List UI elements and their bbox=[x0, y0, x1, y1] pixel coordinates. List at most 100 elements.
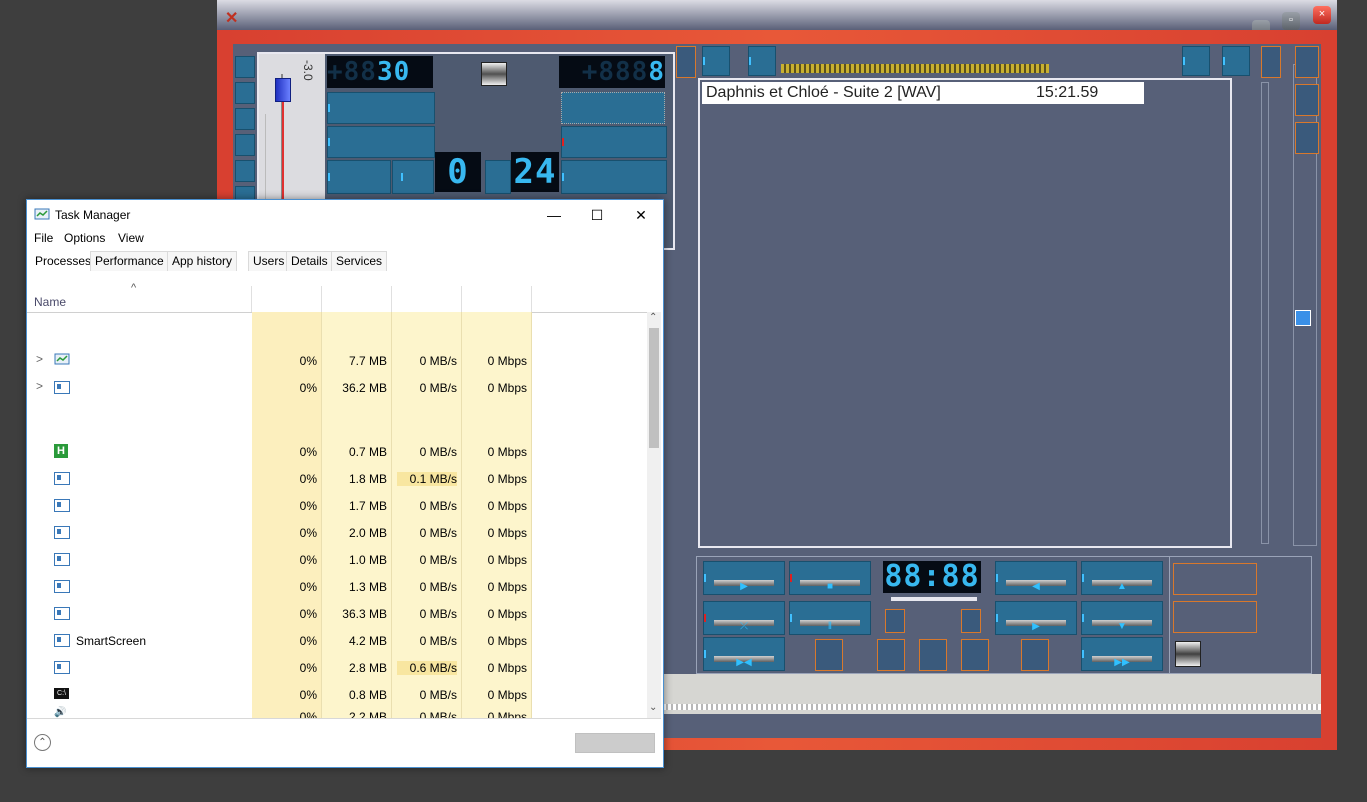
cpu-cell: 0% bbox=[299, 381, 317, 395]
forward-button[interactable]: ▶▶ bbox=[1081, 637, 1163, 671]
strip-button[interactable] bbox=[676, 46, 696, 78]
tab-performance[interactable]: Performance bbox=[90, 251, 169, 271]
mixer-field[interactable] bbox=[561, 126, 667, 158]
side-toggle-button[interactable] bbox=[1295, 84, 1319, 116]
status-meter bbox=[663, 704, 1321, 710]
mixer-field[interactable] bbox=[327, 160, 391, 194]
down-button[interactable]: ▼ bbox=[1081, 601, 1163, 635]
strip-button[interactable] bbox=[1261, 46, 1281, 78]
process-row[interactable]: 0% 1.0 MB 0 MB/s 0 Mbps bbox=[27, 548, 648, 575]
menu-options[interactable]: Options bbox=[64, 231, 105, 245]
next-button[interactable]: ▶ bbox=[995, 601, 1077, 635]
scroll-down-icon[interactable]: ⌄ bbox=[649, 702, 657, 713]
small-toggle-button[interactable] bbox=[1021, 639, 1049, 671]
up-button[interactable]: ▲ bbox=[1081, 561, 1163, 595]
play-button[interactable]: ▶ bbox=[703, 561, 785, 595]
tab-details[interactable]: Details bbox=[286, 251, 333, 271]
expand-chevron-icon[interactable]: > bbox=[36, 352, 43, 366]
playlist-scroll-rail[interactable] bbox=[1261, 82, 1269, 544]
previous-button[interactable]: ◀ bbox=[995, 561, 1077, 595]
close-button[interactable]: ✕ bbox=[619, 202, 663, 228]
process-row[interactable]: 0% 2.8 MB 0.6 MB/s 0 Mbps bbox=[27, 656, 648, 683]
process-row[interactable]: 0% 36.3 MB 0 MB/s 0 Mbps bbox=[27, 602, 648, 629]
strip-button[interactable] bbox=[1222, 46, 1250, 76]
mixer-field[interactable] bbox=[485, 160, 511, 194]
tab-app-history[interactable]: App history bbox=[167, 251, 238, 271]
partial-network: 0 Mbps bbox=[487, 710, 527, 718]
small-toggle-button[interactable] bbox=[877, 639, 905, 671]
app-window-icon bbox=[54, 499, 70, 512]
mixer-field[interactable] bbox=[327, 126, 435, 158]
mixer-field-selected[interactable] bbox=[561, 92, 665, 124]
player-restore-button[interactable]: ▫ bbox=[1282, 12, 1300, 30]
process-row[interactable]: 0% 2.0 MB 0 MB/s 0 Mbps bbox=[27, 521, 648, 548]
eject-icon[interactable] bbox=[1175, 641, 1201, 667]
app-window-icon bbox=[54, 607, 70, 620]
scrollbar-thumb[interactable] bbox=[649, 328, 659, 448]
partial-process-row: 🔊 0% 2.2 MB 0 MB/s 0 Mbps bbox=[27, 706, 648, 718]
small-toggle-button[interactable] bbox=[885, 609, 905, 633]
side-button[interactable] bbox=[235, 134, 255, 156]
network-cell: 0 Mbps bbox=[487, 472, 527, 486]
playlist-row-selected[interactable]: Daphnis et Chloé - Suite 2 [WAV] 15:21.5… bbox=[702, 82, 1144, 104]
pause-button[interactable]: ‖ bbox=[789, 601, 871, 635]
playlist-panel[interactable]: Daphnis et Chloé - Suite 2 [WAV] 15:21.5… bbox=[698, 78, 1232, 548]
memory-cell: 1.8 MB bbox=[348, 472, 387, 486]
stop-button[interactable]: ■ bbox=[789, 561, 871, 595]
side-button[interactable] bbox=[235, 108, 255, 130]
disk-cell: 0.1 MB/s bbox=[397, 472, 457, 486]
memory-cell: 36.2 MB bbox=[342, 381, 387, 395]
toggle-switch-icon[interactable] bbox=[481, 62, 507, 86]
menu-view[interactable]: View bbox=[118, 231, 144, 245]
tab-processes[interactable]: Processes bbox=[30, 251, 97, 271]
strip-button[interactable] bbox=[1182, 46, 1210, 76]
maximize-button[interactable]: ☐ bbox=[575, 202, 619, 228]
mid-lcd-a: 0 bbox=[435, 152, 481, 192]
small-toggle-button[interactable] bbox=[961, 639, 989, 671]
mixer-field[interactable] bbox=[327, 92, 435, 124]
side-button[interactable] bbox=[235, 160, 255, 182]
info-box[interactable] bbox=[1173, 563, 1257, 595]
side-toggle-button[interactable] bbox=[1295, 46, 1319, 78]
player-close-button[interactable]: × bbox=[1313, 6, 1331, 24]
mixer-field[interactable] bbox=[561, 160, 667, 194]
process-row[interactable]: 0% 1.8 MB 0.1 MB/s 0 Mbps bbox=[27, 467, 648, 494]
volume-knob[interactable] bbox=[1295, 310, 1311, 326]
fewer-details-icon[interactable]: ⌃ bbox=[34, 734, 51, 751]
small-toggle-button[interactable] bbox=[919, 639, 947, 671]
mixer-field[interactable] bbox=[392, 160, 434, 194]
info-box[interactable] bbox=[1173, 601, 1257, 633]
small-toggle-button[interactable] bbox=[815, 639, 843, 671]
process-row[interactable]: >0% 36.2 MB 0 MB/s 0 Mbps bbox=[27, 376, 648, 403]
seek-bar[interactable] bbox=[891, 597, 977, 601]
cpu-cell: 0% bbox=[299, 553, 317, 567]
expand-chevron-icon[interactable]: > bbox=[36, 379, 43, 393]
rewind-button[interactable]: ▶◀ bbox=[703, 637, 785, 671]
header-divider bbox=[251, 286, 252, 312]
strip-button[interactable] bbox=[702, 46, 730, 76]
end-task-button[interactable] bbox=[575, 733, 655, 753]
tab-services[interactable]: Services bbox=[331, 251, 388, 271]
process-row[interactable]: H 0% 0.7 MB 0 MB/s 0 Mbps bbox=[27, 440, 648, 467]
tab-users[interactable]: Users bbox=[248, 251, 290, 271]
process-row[interactable]: 0% 1.3 MB 0 MB/s 0 Mbps bbox=[27, 575, 648, 602]
side-button[interactable] bbox=[235, 56, 255, 78]
small-toggle-button[interactable] bbox=[961, 609, 981, 633]
shuffle-button[interactable]: ⤫ bbox=[703, 601, 785, 635]
network-cell: 0 Mbps bbox=[487, 688, 527, 702]
side-button[interactable] bbox=[235, 82, 255, 104]
scroll-up-icon[interactable]: ⌃ bbox=[649, 312, 657, 323]
process-row[interactable]: SmartScreen 0% 4.2 MB 0 MB/s 0 Mbps bbox=[27, 629, 648, 656]
menu-file[interactable]: File bbox=[34, 231, 53, 245]
app-window-icon bbox=[54, 553, 70, 566]
column-name[interactable]: Name bbox=[34, 295, 66, 309]
side-toggle-button[interactable] bbox=[1295, 122, 1319, 154]
app-window-icon bbox=[54, 580, 70, 593]
minimize-button[interactable]: — bbox=[532, 202, 576, 228]
strip-button[interactable] bbox=[748, 46, 776, 76]
cpu-cell: 0% bbox=[299, 661, 317, 675]
process-row[interactable]: 0% 1.7 MB 0 MB/s 0 Mbps bbox=[27, 494, 648, 521]
volume-slider-thumb[interactable] bbox=[275, 78, 291, 102]
partial-cpu: 0% bbox=[299, 710, 317, 718]
process-row[interactable]: >0% 7.7 MB 0 MB/s 0 Mbps bbox=[27, 349, 648, 376]
